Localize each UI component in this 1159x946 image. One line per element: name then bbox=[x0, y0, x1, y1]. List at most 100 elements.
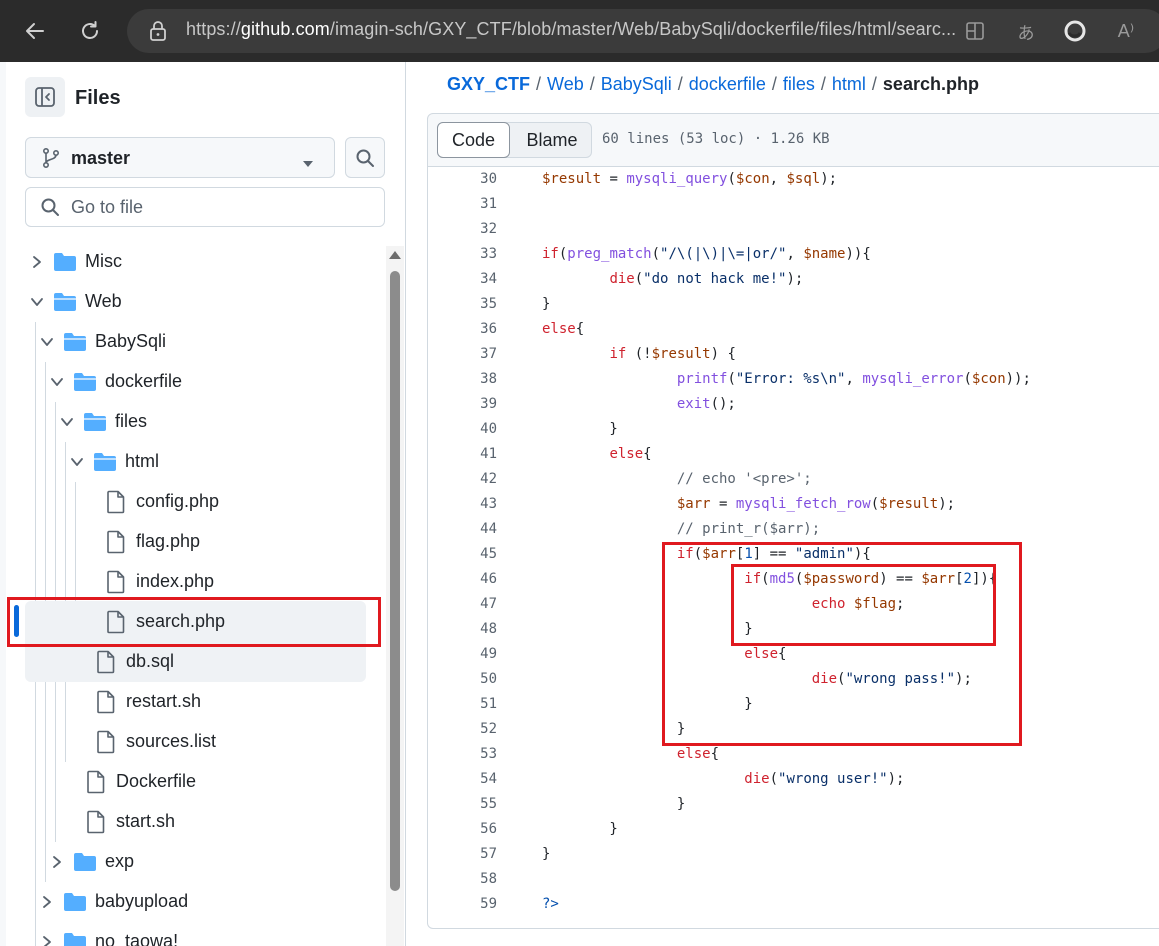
code-line: } bbox=[542, 846, 551, 862]
code-tab[interactable]: Code bbox=[437, 122, 510, 158]
folder-open-icon bbox=[63, 330, 87, 354]
code-line: if (!$result) { bbox=[609, 346, 736, 362]
line-number[interactable]: 41 bbox=[427, 442, 497, 467]
tree-folder-html[interactable]: html bbox=[0, 442, 380, 482]
line-number[interactable]: 54 bbox=[427, 767, 497, 792]
search-button[interactable] bbox=[345, 137, 385, 178]
tree-folder-babyupload[interactable]: babyupload bbox=[0, 882, 380, 922]
breadcrumb-item[interactable]: html bbox=[832, 74, 866, 94]
tree-item-label: html bbox=[125, 451, 160, 471]
line-number[interactable]: 51 bbox=[427, 692, 497, 717]
line-number[interactable]: 35 bbox=[427, 292, 497, 317]
collapse-sidebar-button[interactable] bbox=[25, 77, 65, 117]
branch-label: master bbox=[71, 148, 131, 168]
tree-item-label: sources.list bbox=[126, 731, 217, 751]
code-line: } bbox=[542, 421, 618, 437]
line-number[interactable]: 57 bbox=[427, 842, 497, 867]
line-number[interactable]: 59 bbox=[427, 892, 497, 917]
line-number[interactable]: 44 bbox=[427, 517, 497, 542]
line-number[interactable]: 30 bbox=[427, 167, 497, 192]
tree-file[interactable]: start.sh bbox=[0, 802, 380, 842]
breadcrumb-item[interactable]: files bbox=[783, 74, 815, 94]
line-number[interactable]: 53 bbox=[427, 742, 497, 767]
line-number[interactable]: 38 bbox=[427, 367, 497, 392]
line-number[interactable]: 47 bbox=[427, 592, 497, 617]
line-number[interactable]: 58 bbox=[427, 867, 497, 892]
tree-file[interactable]: sources.list bbox=[0, 722, 380, 762]
file-meta: 60 lines (53 loc) · 1.26 KB bbox=[602, 131, 830, 147]
line-number[interactable]: 46 bbox=[427, 567, 497, 592]
sidebar-scroll-thumb[interactable] bbox=[390, 271, 400, 891]
file-icon bbox=[84, 770, 108, 794]
code-line: // echo '<pre>'; bbox=[676, 471, 812, 487]
chevron-right-icon[interactable] bbox=[37, 932, 57, 946]
tree-folder-web[interactable]: Web bbox=[0, 282, 380, 322]
line-number[interactable]: 33 bbox=[427, 242, 497, 267]
refresh-icon[interactable] bbox=[73, 14, 107, 48]
breadcrumb-separator: / bbox=[536, 74, 542, 94]
tree-folder-no_taowa![interactable]: no_taowa! bbox=[0, 922, 380, 946]
line-number[interactable]: 48 bbox=[427, 617, 497, 642]
tree-folder-babysqli[interactable]: BabySqli bbox=[0, 322, 380, 362]
line-number[interactable]: 32 bbox=[427, 217, 497, 242]
chevron-right-icon[interactable] bbox=[47, 852, 67, 872]
code-line: } bbox=[542, 796, 686, 812]
tree-folder-dockerfile[interactable]: dockerfile bbox=[0, 362, 380, 402]
chevron-down-icon[interactable] bbox=[47, 372, 67, 392]
line-number[interactable]: 49 bbox=[427, 642, 497, 667]
edge-icon[interactable] bbox=[1062, 18, 1088, 44]
back-arrow-icon[interactable] bbox=[18, 14, 52, 48]
chevron-down-icon[interactable] bbox=[67, 452, 87, 472]
tree-folder-misc[interactable]: Misc bbox=[0, 242, 380, 282]
translate-icon[interactable]: あ bbox=[1013, 18, 1039, 44]
url-text[interactable]: https://github.com/imagin-sch/GXY_CTF/bl… bbox=[186, 19, 956, 40]
tree-file[interactable]: db.sql bbox=[0, 642, 380, 682]
chevron-down-icon[interactable] bbox=[57, 412, 77, 432]
branch-icon bbox=[41, 147, 61, 174]
line-number[interactable]: 36 bbox=[427, 317, 497, 342]
line-number[interactable]: 52 bbox=[427, 717, 497, 742]
chevron-right-icon[interactable] bbox=[27, 252, 47, 272]
line-number[interactable]: 31 bbox=[427, 192, 497, 217]
breadcrumb-item[interactable]: dockerfile bbox=[689, 74, 766, 94]
line-number[interactable]: 42 bbox=[427, 467, 497, 492]
file-icon bbox=[104, 530, 128, 554]
lock-icon[interactable] bbox=[145, 18, 171, 44]
chevron-right-icon[interactable] bbox=[37, 892, 57, 912]
blame-tab[interactable]: Blame bbox=[512, 122, 592, 158]
tree-file[interactable]: flag.php bbox=[0, 522, 380, 562]
line-number[interactable]: 55 bbox=[427, 792, 497, 817]
chevron-down-icon[interactable] bbox=[27, 292, 47, 312]
read-aloud-icon[interactable]: A⁾ bbox=[1113, 18, 1139, 44]
line-number[interactable]: 37 bbox=[427, 342, 497, 367]
tree-item-label: babyupload bbox=[95, 891, 189, 911]
tree-file[interactable]: restart.sh bbox=[0, 682, 380, 722]
scroll-up-arrow-icon[interactable] bbox=[389, 251, 401, 259]
tree-folder-files[interactable]: files bbox=[0, 402, 380, 442]
breadcrumb-item[interactable]: Web bbox=[547, 74, 584, 94]
chevron-down-icon[interactable] bbox=[37, 332, 57, 352]
code-line: die("do not hack me!"); bbox=[609, 271, 804, 287]
breadcrumb-item[interactable]: BabySqli bbox=[601, 74, 672, 94]
breadcrumb-repo[interactable]: GXY_CTF bbox=[447, 74, 530, 94]
tree-folder-exp[interactable]: exp bbox=[0, 842, 380, 882]
line-number[interactable]: 45 bbox=[427, 542, 497, 567]
line-number[interactable]: 56 bbox=[427, 817, 497, 842]
tree-item-label: Dockerfile bbox=[116, 771, 197, 791]
tree-item-label: config.php bbox=[136, 491, 220, 511]
tree-file[interactable]: index.php bbox=[0, 562, 380, 602]
code-line: printf("Error: %s\n", mysqli_error($con)… bbox=[676, 371, 1031, 387]
code-line: else{ bbox=[542, 321, 585, 337]
folder-icon bbox=[63, 890, 87, 914]
line-number[interactable]: 34 bbox=[427, 267, 497, 292]
split-screen-icon[interactable] bbox=[962, 18, 988, 44]
line-number[interactable]: 43 bbox=[427, 492, 497, 517]
code-line: exit(); bbox=[676, 396, 736, 412]
line-number[interactable]: 39 bbox=[427, 392, 497, 417]
line-number[interactable]: 50 bbox=[427, 667, 497, 692]
caret-down-icon bbox=[302, 155, 314, 173]
line-number[interactable]: 40 bbox=[427, 417, 497, 442]
tree-file[interactable]: config.php bbox=[0, 482, 380, 522]
file-icon bbox=[94, 730, 118, 754]
tree-file[interactable]: Dockerfile bbox=[0, 762, 380, 802]
